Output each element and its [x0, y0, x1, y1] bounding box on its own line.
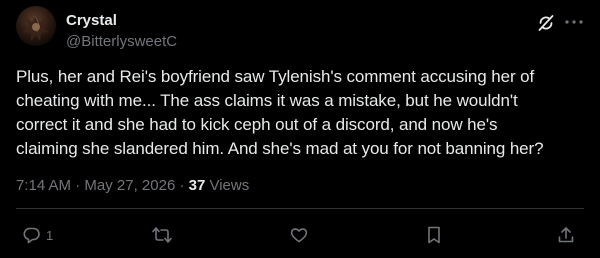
handle[interactable]: @BitterlysweetC — [66, 33, 177, 51]
like-button[interactable] — [289, 223, 309, 247]
author-block: Crystal @BitterlysweetC — [66, 12, 177, 51]
display-name[interactable]: Crystal — [66, 12, 177, 30]
meta-separator-2: · — [175, 177, 189, 194]
repost-button[interactable] — [151, 223, 173, 247]
divider — [16, 208, 584, 209]
share-button[interactable] — [556, 223, 576, 247]
action-bar: 1 — [0, 220, 600, 250]
reply-button[interactable]: 1 — [22, 223, 53, 247]
more-icon[interactable] — [562, 10, 586, 34]
meta-separator: · — [71, 177, 85, 194]
avatar-image — [23, 15, 49, 41]
views-label: Views — [205, 177, 250, 194]
bookmark-button[interactable] — [424, 223, 444, 247]
reply-icon — [22, 225, 42, 245]
post-date[interactable]: May 27, 2026 — [84, 177, 175, 194]
reply-count: 1 — [46, 227, 54, 243]
avatar[interactable] — [16, 6, 56, 46]
repost-icon — [151, 225, 173, 245]
grok-icon[interactable] — [536, 13, 556, 33]
post-meta: 7:14 AM · May 27, 2026 · 37 Views — [16, 176, 249, 196]
views-count[interactable]: 37 — [189, 177, 206, 194]
share-icon — [556, 225, 576, 245]
post-text: Plus, her and Rei's boyfriend saw Tyleni… — [16, 67, 544, 158]
post-time[interactable]: 7:14 AM — [16, 177, 71, 194]
post: Crystal @BitterlysweetC Plus, her and Re… — [0, 0, 600, 258]
bookmark-icon — [424, 225, 444, 245]
like-icon — [289, 225, 309, 245]
